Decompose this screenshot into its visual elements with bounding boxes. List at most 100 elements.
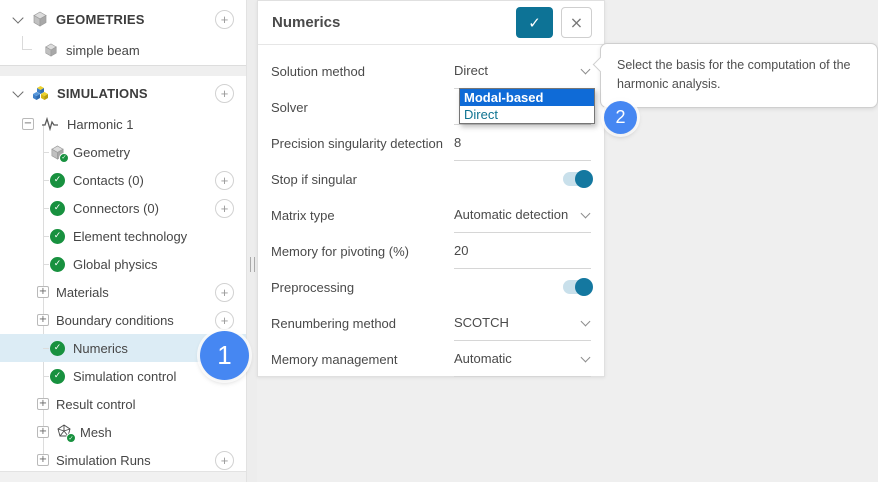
global-physics-label: Global physics [73,257,158,272]
renumbering-method-select[interactable]: SCOTCH [454,305,591,341]
expand-expander[interactable]: + [37,286,49,298]
add-contact-button[interactable]: + [215,171,234,190]
stop-if-singular-label: Stop if singular [271,172,454,187]
expand-expander[interactable]: + [37,454,49,466]
success-check-icon: ✓ [50,369,65,384]
memory-management-label: Memory management [271,352,454,367]
memory-for-pivoting-input[interactable] [454,243,591,258]
simulation-runs-label: Simulation Runs [56,453,151,468]
geometry-label: Geometry [73,145,130,160]
section-divider [0,66,246,76]
result-control-label: Result control [56,397,135,412]
expand-expander[interactable]: + [37,426,49,438]
expand-expander[interactable]: + [37,398,49,410]
tree-item-element-technology[interactable]: ✓ Element technology [0,222,246,250]
add-simulation-button[interactable]: + [215,84,234,103]
numerics-label: Numerics [73,341,128,356]
tree-item-simulation-runs[interactable]: + Simulation Runs + [0,446,246,474]
apply-button[interactable]: ✓ [516,7,553,38]
form-row-stop-if-singular: Stop if singular [258,161,604,197]
renumbering-method-value: SCOTCH [454,315,509,330]
stop-if-singular-control [454,161,591,197]
tree-section-simulations[interactable]: SIMULATIONS + [0,76,246,110]
form-row-solution-method: Solution method Direct [258,53,604,89]
simulations-cubes-icon [32,85,49,101]
tree-section-geometries[interactable]: GEOMETRIES + [0,2,246,36]
solution-method-dropdown-list: Modal-based Direct [459,88,595,124]
success-check-icon: ✓ [50,201,65,216]
precision-singularity-field [454,125,591,161]
chevron-down-icon [12,86,23,97]
connectors-label: Connectors (0) [73,201,159,216]
simple-beam-label: simple beam [66,43,140,58]
contacts-label: Contacts (0) [73,173,144,188]
form-row-preprocessing: Preprocessing [258,269,604,305]
memory-management-select[interactable]: Automatic [454,341,591,377]
preprocessing-control [454,269,591,305]
cube-icon [44,43,58,57]
resize-grip-icon[interactable] [250,257,255,272]
precision-singularity-input[interactable] [454,135,591,150]
add-geometry-button[interactable]: + [215,10,234,29]
geometry-cube-icon: ✓ [50,145,65,160]
chevron-down-icon [581,316,591,326]
chevron-down-icon [12,12,23,23]
success-check-icon: ✓ [50,257,65,272]
tree-item-contacts[interactable]: ✓ Contacts (0) + [0,166,246,194]
tree-item-global-physics[interactable]: ✓ Global physics [0,250,246,278]
collapse-expander[interactable]: − [22,118,34,130]
success-check-icon: ✓ [50,341,65,356]
materials-label: Materials [56,285,109,300]
tree-item-boundary-conditions[interactable]: + Boundary conditions + [0,306,246,334]
tree-item-result-control[interactable]: + Result control [0,390,246,418]
tree-item-connectors[interactable]: ✓ Connectors (0) + [0,194,246,222]
success-check-icon: ✓ [50,173,65,188]
chevron-down-icon [581,352,591,362]
tree-item-simple-beam[interactable]: simple beam [0,36,246,64]
add-material-button[interactable]: + [215,283,234,302]
geometries-label: GEOMETRIES [56,12,145,27]
tree-item-materials[interactable]: + Materials + [0,278,246,306]
solution-method-value: Direct [454,63,488,78]
geometries-section: GEOMETRIES + simple beam [0,0,246,66]
tooltip-text: Select the basis for the computation of … [617,58,850,91]
dropdown-option-modal-based[interactable]: Modal-based [460,89,594,106]
chevron-down-icon [581,208,591,218]
simulations-section: SIMULATIONS + − Harmonic 1 ✓ Geometry ✓ … [0,76,246,472]
simulation-control-label: Simulation control [73,369,176,384]
harmonic-1-label: Harmonic 1 [67,117,133,132]
callout-step-2: 2 [604,101,637,134]
success-check-icon: ✓ [50,229,65,244]
harmonic-waveform-icon [41,117,59,131]
tree-connector [22,36,32,50]
scene-tree-sidebar: GEOMETRIES + simple beam SIMULATIONS + [0,0,247,482]
success-check-icon: ✓ [66,433,76,443]
tree-item-harmonic-1[interactable]: − Harmonic 1 [0,110,246,138]
callout-step-1: 1 [200,331,249,380]
solution-method-tooltip: Select the basis for the computation of … [600,43,878,108]
close-button[interactable]: × [561,7,592,38]
stop-if-singular-toggle[interactable] [563,172,591,186]
matrix-type-select[interactable]: Automatic detection [454,197,591,233]
tree-item-geometry[interactable]: ✓ Geometry [0,138,246,166]
boundary-conditions-label: Boundary conditions [56,313,174,328]
tree-item-mesh[interactable]: + ✓ Mesh [0,418,246,446]
solution-method-select[interactable]: Direct [454,53,591,89]
form-row-matrix-type: Matrix type Automatic detection [258,197,604,233]
sidebar-scrollbar-track[interactable] [0,471,246,482]
panel-title: Numerics [272,14,516,31]
add-connector-button[interactable]: + [215,199,234,218]
preprocessing-toggle[interactable] [563,280,591,294]
preprocessing-label: Preprocessing [271,280,454,295]
memory-for-pivoting-field [454,233,591,269]
sidebar-resize-gutter[interactable] [247,0,257,482]
matrix-type-value: Automatic detection [454,207,568,222]
memory-for-pivoting-label: Memory for pivoting (%) [271,244,454,259]
dropdown-option-direct[interactable]: Direct [460,106,594,123]
success-check-icon: ✓ [59,153,69,163]
add-simulation-run-button[interactable]: + [215,451,234,470]
panel-header: Numerics ✓ × [258,1,604,45]
chevron-down-icon [581,64,591,74]
expand-expander[interactable]: + [37,314,49,326]
add-boundary-condition-button[interactable]: + [215,311,234,330]
